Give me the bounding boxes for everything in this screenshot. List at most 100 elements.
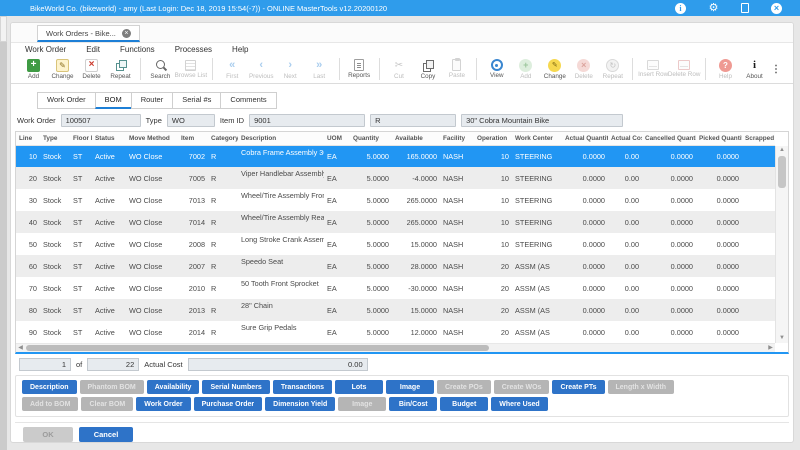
action-create-pts-button[interactable]: Create PTs — [552, 380, 604, 394]
cell-floor-bom: ST — [70, 321, 92, 343]
menu-work-order[interactable]: Work Order — [25, 45, 66, 54]
delete-icon — [85, 59, 98, 72]
table-row[interactable]: 40StockSTActiveWO Close7014RWheel/Tire A… — [16, 211, 775, 233]
cell-type: Stock — [40, 189, 70, 211]
cell-type: Stock — [40, 321, 70, 343]
subtab-work-order[interactable]: Work Order — [37, 92, 96, 109]
horizontal-scrollbar[interactable]: ◀ ▶ — [16, 343, 775, 352]
menu-edit[interactable]: Edit — [86, 45, 100, 54]
cell-category: R — [208, 277, 238, 299]
subtab-bom[interactable]: BOM — [95, 92, 132, 109]
action-description-button[interactable]: Description — [22, 380, 77, 394]
action-lots-button[interactable]: Lots — [335, 380, 383, 394]
toolbar-separator — [476, 58, 477, 80]
cell-picked-quantity: 0.0000 — [696, 321, 742, 343]
info-icon[interactable] — [675, 3, 686, 14]
close-icon[interactable] — [771, 3, 782, 14]
cell-picked-quantity: 0.0000 — [696, 145, 742, 167]
cell-cancelled-quantity: 0.0000 — [642, 233, 696, 255]
table-row[interactable]: 60StockSTActiveWO Close2007RSpeedo SeatE… — [16, 255, 775, 277]
toolbar-repeat-button[interactable]: Repeat — [106, 59, 135, 80]
table-row[interactable]: 30StockSTActiveWO Close7013RWheel/Tire A… — [16, 189, 775, 211]
bookmark-icon[interactable] — [741, 3, 749, 13]
action-image-button[interactable]: Image — [386, 380, 434, 394]
cell-status: Active — [92, 145, 126, 167]
action-dimension-yield-button[interactable]: Dimension Yield — [265, 397, 335, 411]
item-id-field[interactable]: 9001 — [249, 114, 365, 127]
scroll-down-icon[interactable]: ▼ — [776, 334, 788, 343]
cell-operation: 10 — [474, 211, 512, 233]
scroll-up-icon[interactable]: ▲ — [776, 146, 788, 155]
table-row[interactable]: 20StockSTActiveWO Close7005RViper Handle… — [16, 167, 775, 189]
action-availability-button[interactable]: Availability — [147, 380, 200, 394]
cell-category: R — [208, 233, 238, 255]
toolbar-search-button[interactable]: Search — [146, 59, 175, 80]
toolbar-overflow-button[interactable]: ⋮ — [769, 64, 783, 75]
cancel-button[interactable]: Cancel — [79, 427, 133, 442]
item-description-field[interactable]: 30" Cobra Mountain Bike — [461, 114, 623, 127]
toolbar: AddChangeDeleteRepeatSearchBrowse ListFi… — [11, 56, 793, 84]
table-row[interactable]: 10StockSTActiveWO Close7002RCobra Frame … — [16, 145, 775, 167]
cell-line: 80 — [16, 299, 40, 321]
action-bin-cost-button[interactable]: Bin/Cost — [389, 397, 437, 411]
menu-functions[interactable]: Functions — [120, 45, 155, 54]
work-order-field[interactable]: 100507 — [61, 114, 141, 127]
scroll-left-icon[interactable]: ◀ — [16, 344, 25, 352]
about-icon — [748, 59, 761, 72]
toolbar-reports-button[interactable]: Reports — [345, 59, 374, 79]
table-row[interactable]: 70StockSTActiveWO Close2010R50 Tooth Fro… — [16, 277, 775, 299]
column-header-scrapped-qu: Scrapped Qu — [742, 132, 775, 145]
action-where-used-button[interactable]: Where Used — [491, 397, 547, 411]
toolbar-copy-button[interactable]: Copy — [413, 59, 442, 80]
menu-processes[interactable]: Processes — [175, 45, 212, 54]
cell-floor-bom: ST — [70, 211, 92, 233]
horizontal-scrollbar-thumb[interactable] — [26, 345, 489, 351]
column-header-quantity: Quantity — [350, 132, 392, 145]
tab-work-orders[interactable]: Work Orders - Bike... — [37, 25, 140, 42]
table-row[interactable]: 50StockSTActiveWO Close2008RLong Stroke … — [16, 233, 775, 255]
cell-description: 50 Tooth Front Sprocket — [238, 277, 324, 299]
toolbar-about-button[interactable]: About — [740, 59, 769, 80]
action-work-order-button[interactable]: Work Order — [136, 397, 190, 411]
vertical-scrollbar-thumb[interactable] — [778, 156, 786, 188]
subtab-serial-s[interactable]: Serial #s — [172, 92, 221, 109]
toolbar-change-button[interactable]: Change — [48, 59, 77, 80]
toolbar-last-button: Last — [305, 59, 334, 80]
toolbar-change-button[interactable]: Change — [540, 59, 569, 80]
cell-available: 28.0000 — [392, 255, 440, 277]
cell-actual-quantity: 0.0000 — [562, 211, 608, 233]
toolbar-delete-button[interactable]: Delete — [77, 59, 106, 80]
delete-row-icon — [678, 60, 690, 70]
type-field[interactable]: WO — [167, 114, 215, 127]
current-record-field[interactable]: 1 — [19, 358, 71, 371]
action-phantom-bom-button: Phantom BOM — [80, 380, 144, 394]
action-budget-button[interactable]: Budget — [440, 397, 488, 411]
window-title: BikeWorld Co. (bikeworld) - amy (Last Lo… — [30, 4, 387, 13]
cell-line: 10 — [16, 145, 40, 167]
vertical-scrollbar[interactable]: ▲ ▼ — [775, 146, 788, 343]
subtab-router[interactable]: Router — [131, 92, 174, 109]
toolbar-view-button[interactable]: View — [482, 59, 511, 79]
item-category-field[interactable]: R — [370, 114, 456, 127]
column-header-cancelled-quantity: Cancelled Quantity — [642, 132, 696, 145]
column-header-actual-quantity: Actual Quantity — [562, 132, 608, 145]
cell-picked-quantity: 0.0000 — [696, 255, 742, 277]
toolbar-separator — [140, 58, 141, 80]
table-row[interactable]: 80StockSTActiveWO Close2013R28" ChainEA5… — [16, 299, 775, 321]
subtab-comments[interactable]: Comments — [220, 92, 276, 109]
cell-category: R — [208, 189, 238, 211]
bom-table-body: 10StockSTActiveWO Close7002RCobra Frame … — [16, 145, 775, 343]
action-transactions-button[interactable]: Transactions — [273, 380, 332, 394]
action-serial-numbers-button[interactable]: Serial Numbers — [202, 380, 269, 394]
tab-close-icon[interactable] — [122, 29, 131, 38]
paste-icon — [452, 59, 461, 71]
toolbar-add-button[interactable]: Add — [19, 59, 48, 80]
cell-quantity: 5.0000 — [350, 145, 392, 167]
cell-actual-quantity: 0.0000 — [562, 189, 608, 211]
menu-help[interactable]: Help — [232, 45, 248, 54]
scroll-right-icon[interactable]: ▶ — [766, 344, 775, 352]
action-purchase-order-button[interactable]: Purchase Order — [194, 397, 263, 411]
cell-quantity: 5.0000 — [350, 255, 392, 277]
table-row[interactable]: 90StockSTActiveWO Close2014RSure Grip Pe… — [16, 321, 775, 343]
settings-icon[interactable] — [708, 3, 719, 14]
